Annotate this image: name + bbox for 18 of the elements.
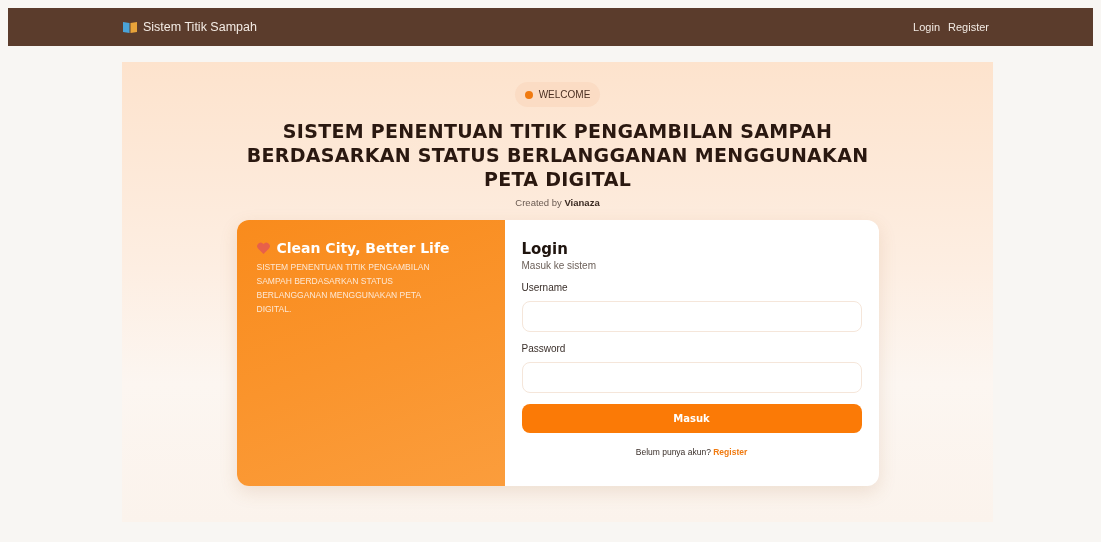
- login-title: Login: [521, 240, 569, 258]
- dot-icon: [524, 90, 533, 99]
- nav-link[interactable]: Login: [913, 21, 941, 33]
- input-field[interactable]: [521, 362, 862, 393]
- field-label: Password: [521, 343, 567, 354]
- book-icon: [123, 21, 137, 33]
- page-title: SISTEM PENENTUAN TITIK PENGAMBILAN SAMPAH BERDASARKAN STATUS BERLANGGANAN MENGGUNAKAN PETA DIGITAL: [245, 119, 870, 191]
- brand-link[interactable]: Sistem Titik Sampah: [143, 20, 257, 34]
- promo-text: SISTEM PENENTUAN TITIK PENGAMBILAN SAMPAH BERDASARKAN STATUS BERLANGGANAN MENGGUNAKAN PETA DIGITAL.: [256, 261, 431, 316]
- promo-heading: Clean City, Better Life: [276, 240, 450, 256]
- login-subtitle: Masuk ke sistem: [521, 260, 597, 271]
- badge-label: WELCOME: [538, 89, 591, 100]
- register-prompt: Belum punya akun? Register: [634, 447, 749, 457]
- nav-link[interactable]: Register: [948, 21, 989, 33]
- credit-text: Created by Vianaza: [515, 197, 600, 208]
- heart-icon: [256, 242, 270, 254]
- field-label: Username: [521, 282, 569, 293]
- input-field[interactable]: [521, 301, 862, 332]
